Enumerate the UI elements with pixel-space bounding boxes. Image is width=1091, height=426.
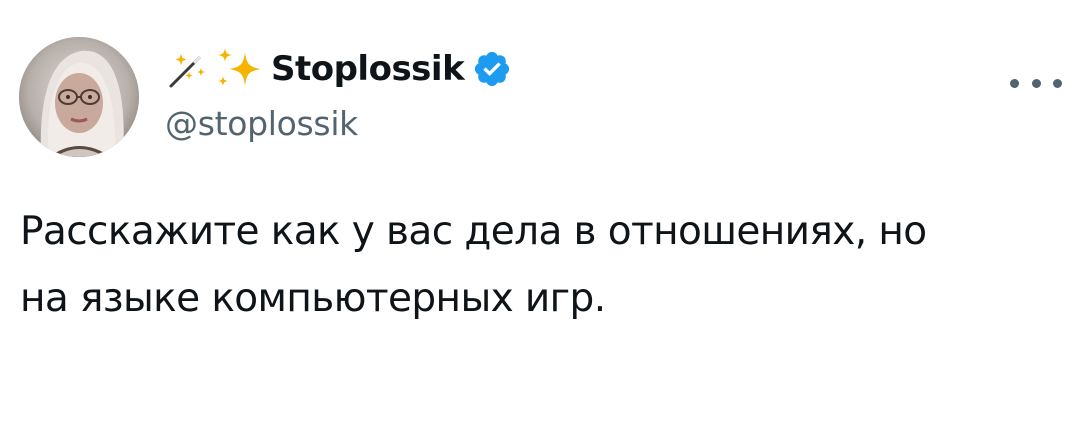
tweet-text-line: на языке компьютерных игр. bbox=[20, 276, 606, 321]
more-dot-icon bbox=[1031, 78, 1041, 88]
more-dot-icon bbox=[1010, 78, 1019, 88]
avatar[interactable] bbox=[19, 37, 139, 157]
magic-wand-icon bbox=[169, 54, 205, 88]
tweet-text: Расскажите как у вас дела в отношениях, … bbox=[20, 198, 1070, 332]
sparkles-icon bbox=[218, 48, 261, 86]
display-name[interactable]: Stoplossik bbox=[271, 49, 465, 89]
tweet-text-line: Расскажите как у вас дела в отношениях, … bbox=[20, 209, 927, 254]
more-dot-icon bbox=[1053, 78, 1062, 88]
author-handle[interactable]: @stoplossik bbox=[165, 104, 358, 143]
more-options-button[interactable] bbox=[1010, 68, 1062, 98]
verified-badge-icon[interactable] bbox=[472, 49, 512, 89]
avatar-image bbox=[19, 37, 139, 157]
author-header: Stoplossik bbox=[165, 44, 512, 94]
tweet-card: Stoplossik @stoplossik Расскажите как у … bbox=[0, 0, 1091, 426]
